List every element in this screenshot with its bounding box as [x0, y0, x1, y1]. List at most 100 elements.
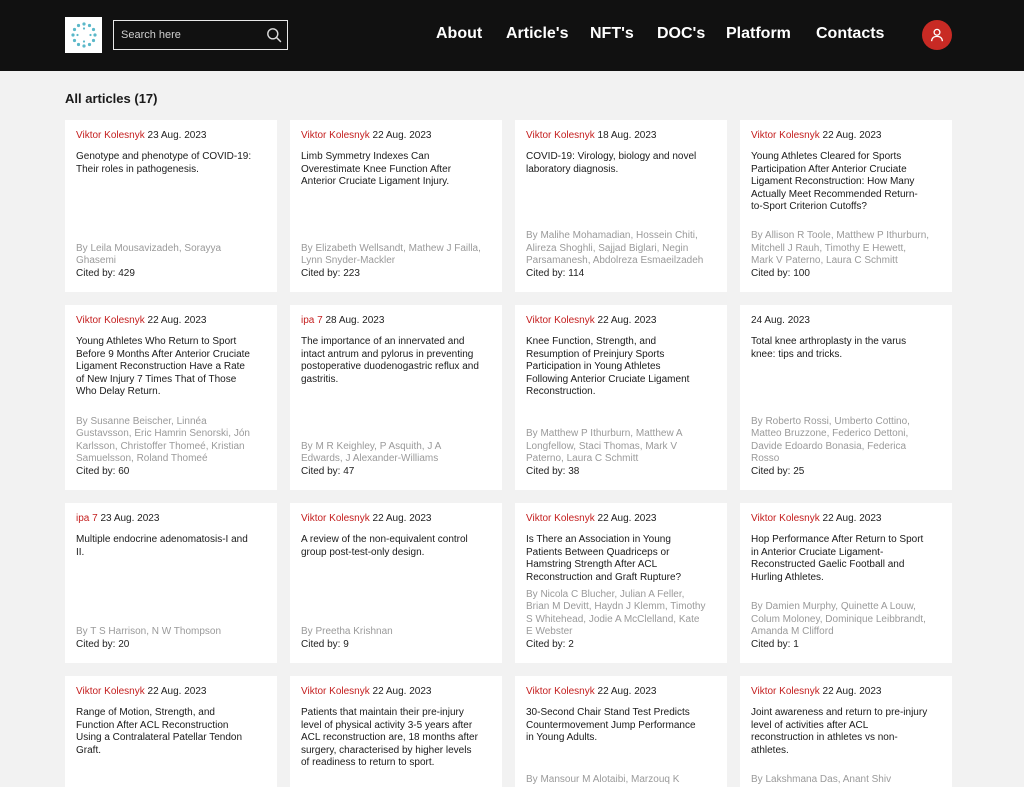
article-publisher-link[interactable]: ipa 7 — [76, 513, 98, 524]
article-date: 22 Aug. 2023 — [597, 686, 657, 697]
article-card[interactable]: Viktor Kolesnyk 22 Aug. 2023 Knee Functio… — [515, 305, 727, 490]
article-card[interactable]: Viktor Kolesnyk 22 Aug. 2023 Patients tha… — [290, 676, 502, 787]
article-title[interactable]: Multiple endocrine adenomatosis-I and II… — [76, 534, 254, 559]
article-title[interactable]: Range of Motion, Strength, and Function … — [76, 707, 254, 757]
nav-about[interactable]: About — [436, 25, 482, 43]
article-card[interactable]: Viktor Kolesnyk 18 Aug. 2023 COVID-19: Vi… — [515, 120, 727, 292]
article-date: 23 Aug. 2023 — [147, 130, 207, 141]
article-publisher-link[interactable]: Viktor Kolesnyk — [301, 513, 370, 524]
cited-value: 223 — [343, 267, 360, 279]
article-title[interactable]: Young Athletes Cleared for Sports Partic… — [751, 151, 929, 214]
article-card[interactable]: Viktor Kolesnyk 22 Aug. 2023 Joint awaren… — [740, 676, 952, 787]
article-meta: Viktor Kolesnyk 22 Aug. 2023 — [751, 513, 941, 527]
article-date: 28 Aug. 2023 — [325, 315, 385, 326]
article-publisher-link[interactable]: Viktor Kolesnyk — [526, 686, 595, 697]
article-authors: By Preetha Krishnan — [301, 626, 393, 637]
article-meta: Viktor Kolesnyk 22 Aug. 2023 — [526, 686, 716, 700]
cited-value: 47 — [343, 465, 355, 477]
article-meta: Viktor Kolesnyk 23 Aug. 2023 — [76, 130, 266, 144]
article-footer: By Mansour M Alotaibi, Marzouq K — [526, 774, 716, 787]
article-date: 22 Aug. 2023 — [597, 315, 657, 326]
article-cited-count: Cited by: 25 — [751, 466, 941, 479]
article-title[interactable]: Patients that maintain their pre-injury … — [301, 707, 479, 770]
article-authors: By M R Keighley, P Asquith, J A Edwards,… — [301, 440, 441, 465]
article-publisher-link[interactable]: Viktor Kolesnyk — [76, 315, 145, 326]
article-footer: By T S Harrison, N W Thompson Cited by: 2… — [76, 626, 266, 651]
article-meta: Viktor Kolesnyk 22 Aug. 2023 — [76, 686, 266, 700]
article-publisher-link[interactable]: Viktor Kolesnyk — [76, 130, 145, 141]
article-title[interactable]: Knee Function, Strength, and Resumption … — [526, 336, 704, 399]
article-footer: By Susanne Beischer, Linnéa Gustavsson, … — [76, 416, 266, 479]
article-card[interactable]: Viktor Kolesnyk 22 Aug. 2023 Young Athlet… — [65, 305, 277, 490]
article-meta: ipa 7 23 Aug. 2023 — [76, 513, 266, 527]
article-title[interactable]: Young Athletes Who Return to Sport Befor… — [76, 336, 254, 399]
article-publisher-link[interactable]: Viktor Kolesnyk — [526, 315, 595, 326]
article-cited-count: Cited by: 60 — [76, 466, 266, 479]
user-account-button[interactable] — [922, 20, 952, 50]
article-authors: By Malihe Mohamadian, Hossein Chiti, Ali… — [526, 230, 704, 266]
article-card[interactable]: Viktor Kolesnyk 22 Aug. 2023 Is There an … — [515, 503, 727, 663]
article-title[interactable]: Joint awareness and return to pre-injury… — [751, 707, 929, 757]
article-authors: By Mansour M Alotaibi, Marzouq K — [526, 774, 680, 785]
article-card[interactable]: Viktor Kolesnyk 22 Aug. 2023 Young Athlet… — [740, 120, 952, 292]
nav-docs[interactable]: DOC's — [657, 25, 705, 43]
article-card[interactable]: Viktor Kolesnyk 22 Aug. 2023 Hop Performa… — [740, 503, 952, 663]
cited-value: 25 — [793, 465, 805, 477]
article-publisher-link[interactable]: Viktor Kolesnyk — [526, 130, 595, 141]
nav-nfts[interactable]: NFT's — [590, 25, 634, 43]
article-cited-count: Cited by: 100 — [751, 268, 941, 281]
article-publisher-link[interactable]: ipa 7 — [301, 315, 323, 326]
article-publisher-link[interactable]: Viktor Kolesnyk — [751, 130, 820, 141]
article-card[interactable]: Viktor Kolesnyk 22 Aug. 2023 A review of … — [290, 503, 502, 663]
article-card[interactable]: ipa 7 23 Aug. 2023 Multiple endocrine ade… — [65, 503, 277, 663]
article-card[interactable]: Viktor Kolesnyk 22 Aug. 2023 Limb Symmetr… — [290, 120, 502, 292]
article-title[interactable]: Hop Performance After Return to Sport in… — [751, 534, 929, 584]
article-card[interactable]: Viktor Kolesnyk 23 Aug. 2023 Genotype and… — [65, 120, 277, 292]
article-publisher-link[interactable]: Viktor Kolesnyk — [751, 513, 820, 524]
article-card[interactable]: Viktor Kolesnyk 22 Aug. 2023 Range of Mot… — [65, 676, 277, 787]
cited-value: 38 — [568, 465, 580, 477]
article-title[interactable]: 30-Second Chair Stand Test Predicts Coun… — [526, 707, 704, 745]
article-card[interactable]: Viktor Kolesnyk 22 Aug. 2023 30-Second Ch… — [515, 676, 727, 787]
cited-label: Cited by: — [76, 638, 119, 650]
cited-label: Cited by: — [301, 267, 344, 279]
article-card[interactable]: ipa 7 28 Aug. 2023 The importance of an i… — [290, 305, 502, 490]
article-title[interactable]: Is There an Association in Young Patient… — [526, 534, 704, 584]
nav-contacts[interactable]: Contacts — [816, 25, 884, 43]
article-cited-count: Cited by: 2 — [526, 639, 716, 652]
article-footer: By Leila Mousavizadeh, Sorayya Ghasemi Ci… — [76, 243, 266, 281]
article-publisher-link[interactable]: Viktor Kolesnyk — [301, 686, 370, 697]
article-publisher-link[interactable]: Viktor Kolesnyk — [751, 686, 820, 697]
article-footer: By Nicola C Blucher, Julian A Feller, Br… — [526, 589, 716, 652]
article-authors: By Elizabeth Wellsandt, Mathew J Failla,… — [301, 242, 481, 267]
article-date: 22 Aug. 2023 — [822, 130, 882, 141]
site-logo[interactable] — [65, 17, 102, 53]
cited-value: 100 — [793, 267, 810, 279]
article-title[interactable]: COVID-19: Virology, biology and novel la… — [526, 151, 704, 176]
article-title[interactable]: The importance of an innervated and inta… — [301, 336, 479, 386]
article-meta: 24 Aug. 2023 — [751, 315, 941, 329]
article-date: 22 Aug. 2023 — [372, 513, 432, 524]
search-input[interactable] — [121, 29, 261, 41]
article-date: 22 Aug. 2023 — [822, 686, 882, 697]
nav-articles[interactable]: Article's — [506, 25, 569, 43]
article-card[interactable]: 24 Aug. 2023 Total knee arthroplasty in t… — [740, 305, 952, 490]
article-authors: By Allison R Toole, Matthew P Ithurburn,… — [751, 230, 930, 266]
article-footer: By Matthew P Ithurburn, Matthew A Longfe… — [526, 428, 716, 478]
article-cited-count: Cited by: 9 — [301, 639, 491, 652]
article-title[interactable]: Total knee arthroplasty in the varus kne… — [751, 336, 929, 361]
cited-label: Cited by: — [751, 465, 794, 477]
search-icon[interactable] — [266, 27, 282, 43]
article-title[interactable]: A review of the non-equivalent control g… — [301, 534, 479, 559]
article-title[interactable]: Genotype and phenotype of COVID-19: Thei… — [76, 151, 254, 176]
nav-platform[interactable]: Platform — [726, 25, 791, 43]
article-title[interactable]: Limb Symmetry Indexes Can Overestimate K… — [301, 151, 479, 189]
article-meta: Viktor Kolesnyk 22 Aug. 2023 — [301, 130, 491, 144]
article-publisher-link[interactable]: Viktor Kolesnyk — [301, 130, 370, 141]
article-publisher-link[interactable]: Viktor Kolesnyk — [76, 686, 145, 697]
user-icon — [930, 28, 944, 42]
article-cited-count: Cited by: 20 — [76, 639, 266, 652]
article-meta: Viktor Kolesnyk 22 Aug. 2023 — [526, 513, 716, 527]
cited-value: 429 — [118, 267, 135, 279]
article-publisher-link[interactable]: Viktor Kolesnyk — [526, 513, 595, 524]
